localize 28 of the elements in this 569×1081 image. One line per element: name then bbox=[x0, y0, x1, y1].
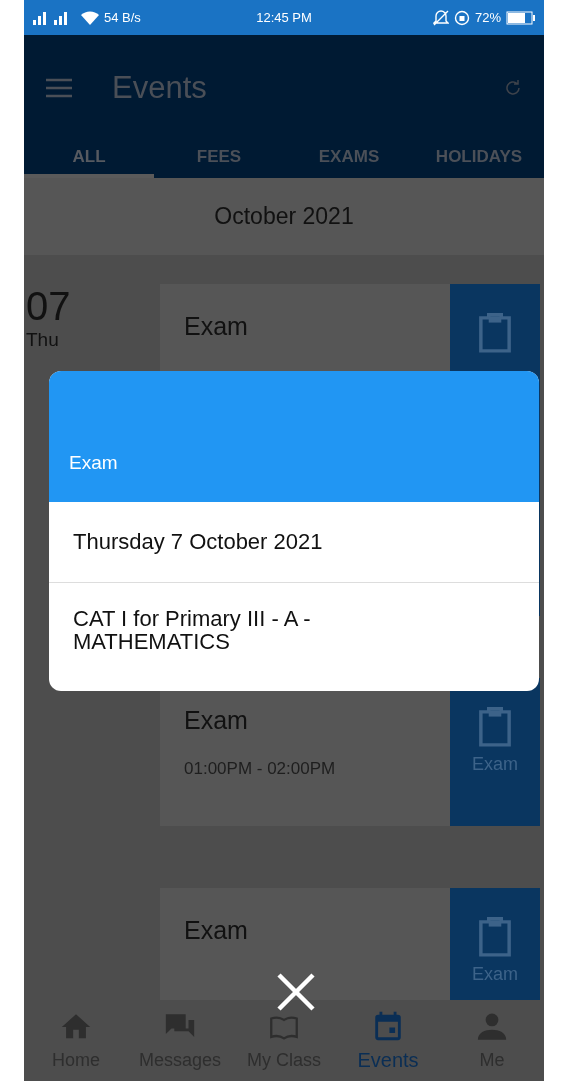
month-header: October 2021 bbox=[24, 178, 544, 255]
network-speed: 54 B/s bbox=[104, 10, 141, 25]
tab[interactable]: EXAMS bbox=[284, 140, 414, 178]
event-title: Exam bbox=[184, 706, 249, 735]
clipboard-icon bbox=[476, 914, 514, 958]
battery-icon bbox=[506, 10, 536, 25]
tab[interactable]: FEES bbox=[154, 140, 284, 178]
battery-percent: 72% bbox=[474, 10, 501, 25]
event-date: Thursday 7 October 2021 bbox=[49, 502, 539, 583]
close-icon[interactable] bbox=[276, 972, 316, 1012]
day-number: 07 bbox=[26, 284, 72, 329]
clock-time: 12:45 PM bbox=[255, 10, 313, 25]
clipboard-icon bbox=[476, 704, 514, 748]
page-title: Events bbox=[112, 69, 208, 106]
weekday: Thu bbox=[26, 329, 60, 351]
clipboard-icon bbox=[476, 310, 514, 354]
tab[interactable]: HOLIDAYS bbox=[414, 140, 544, 178]
event-description: CAT I for Primary III - A - MATHEMATICS bbox=[72, 605, 312, 657]
event-title: Exam bbox=[184, 312, 249, 341]
wifi-icon bbox=[81, 10, 99, 25]
rotation-lock-icon bbox=[453, 9, 470, 26]
event-time: 01:00PM - 02:00PM bbox=[184, 759, 337, 779]
menu-icon[interactable] bbox=[46, 77, 72, 98]
dialog-title: Exam bbox=[69, 452, 118, 474]
nav-item[interactable]: Events bbox=[336, 1000, 440, 1081]
bell-muted-icon bbox=[432, 9, 449, 26]
event-title: Exam bbox=[184, 916, 249, 945]
refresh-icon[interactable] bbox=[504, 78, 522, 97]
